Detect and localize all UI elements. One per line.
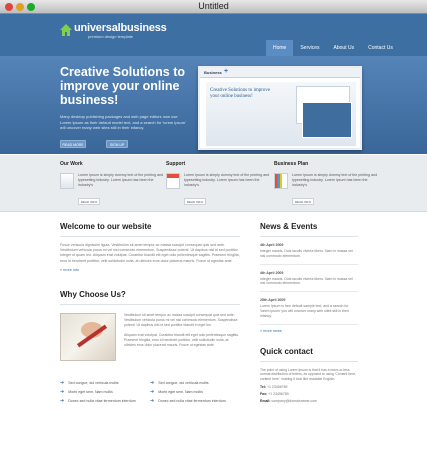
calendar-icon (166, 173, 180, 189)
arrow-right-icon: ➜ (60, 379, 65, 386)
welcome-heading: Welcome to our website (60, 222, 240, 237)
web-page: universalbusiness premium design templat… (0, 14, 427, 462)
feature-title: Business Plan (274, 161, 309, 167)
chart-document-icon (274, 173, 288, 189)
quick-contact-text: The point of using Lorem Ipsum is that i… (260, 367, 357, 382)
preview-content: Creative Solutions to improve your onlin… (206, 82, 356, 146)
preview-headline: Creative Solutions to improve your onlin… (210, 88, 271, 99)
feature-support: Support Lorem Ipsum is simply dummy text… (166, 161, 272, 205)
fax-value: +1 23456789 (268, 391, 289, 396)
bullet-text: Sed congue, dui vehicula mollis (68, 380, 119, 385)
why-paragraph-1: Vestibulum sit amet tempor ac massa susc… (124, 312, 238, 327)
why-text: Vestibulum sit amet tempor ac massa susc… (124, 313, 240, 353)
quick-contact: Quick contact The point of using Lorem I… (260, 347, 358, 403)
plus-icon: + (224, 68, 229, 75)
site-logo[interactable]: universalbusiness (74, 22, 167, 34)
why-paragraph-2: Aliquam erat volutpat. Curabitur blandit… (124, 332, 239, 347)
house-logo-icon (60, 24, 72, 36)
site-tagline: premium design template (88, 34, 133, 39)
bullet-item: ➜ Morbi eget sem. Nam mollis (60, 388, 150, 397)
nav-about-us[interactable]: About Us (327, 40, 362, 56)
why-heading: Why Choose Us? (60, 290, 240, 305)
hero-text: Many desktop publishing packages and web… (60, 114, 186, 130)
feature-text: Lorem Ipsum is simply dummy text of the … (78, 173, 164, 187)
bullet-text: Morbi eget sem. Nam mollis (68, 389, 113, 394)
nav-home[interactable]: Home (266, 40, 294, 56)
main-column: Welcome to our website Fusce vehicula di… (60, 222, 240, 406)
read-more-button[interactable]: READ MORE (60, 140, 86, 148)
fax-row: Fax: +1 23456789 (260, 392, 358, 396)
sign-up-button[interactable]: SIGN UP (106, 140, 128, 148)
bullet-text: Donec sed nulla vitae fermentum interdum (158, 398, 226, 403)
browser-window: Untitled universalbusiness premium desig… (0, 0, 427, 462)
more-news-link[interactable]: » more news (260, 329, 358, 333)
feature-title: Our Work (60, 161, 83, 167)
fax-label: Fax: (260, 391, 268, 396)
welcome-text: Fusce vehicula dignissim ligula. Vestibu… (60, 243, 240, 263)
features-strip: Our Work Lorem Ipsum is simply dummy tex… (0, 154, 427, 212)
email-link[interactable]: company@domainname.com (272, 399, 318, 403)
news-item: 4th April 2009 Integer mauris. Duis iacu… (260, 243, 358, 265)
sidebar: News & Events 4th April 2009 Integer mau… (260, 222, 358, 403)
bullet-item: ➜ Sed congue, dui vehicula mollis (150, 379, 240, 388)
site-header: universalbusiness premium design templat… (0, 14, 427, 56)
news-item: 25th April 2009 Lorem Ipsum is free defa… (260, 298, 358, 325)
read-info-button[interactable]: READ INFO (184, 198, 206, 205)
news-list: 4th April 2009 Integer mauris. Duis iacu… (260, 243, 358, 333)
more-info-link[interactable]: » more info (60, 268, 240, 272)
bullet-item: ➜ Morbi eget sem. Nam mollis (150, 388, 240, 397)
feature-text: Lorem Ipsum is simply dummy text of the … (292, 173, 378, 187)
arrow-right-icon: ➜ (150, 379, 155, 386)
window-title: Untitled (198, 1, 229, 11)
read-info-button[interactable]: READ INFO (78, 198, 100, 205)
why-section: Why Choose Us? Vestibulum sit amet tempo… (60, 290, 240, 406)
bullet-item: ➜ Donec sed nulla vitae fermentum interdu… (150, 397, 240, 406)
arrow-right-icon: ➜ (150, 397, 155, 404)
news-date: 25th April 2009 (260, 298, 286, 303)
quick-contact-heading: Quick contact (260, 347, 358, 362)
bullet-item: ➜ Sed congue, dui vehicula mollis (60, 379, 150, 388)
tel-value: +1 23456789 (266, 384, 288, 389)
feature-our-work: Our Work Lorem Ipsum is simply dummy tex… (60, 161, 166, 205)
website-preview-image: Business + Creative Solutions to improve… (198, 66, 362, 150)
document-icon (60, 173, 74, 189)
preview-header: Business + (200, 68, 360, 78)
news-text: Lorem Ipsum is free default sample text,… (260, 304, 358, 325)
tel-label: Tel: (260, 384, 266, 389)
nav-services[interactable]: Services (293, 40, 326, 56)
tel-row: Tel: +1 23456789 (260, 385, 358, 389)
bullet-item: ➜ Donec sed nulla vitae fermentum interdu… (60, 397, 150, 406)
bullet-text: Donec sed nulla vitae fermentum interdum (68, 398, 136, 403)
preview-window-dark (302, 102, 352, 138)
news-text: Integer mauris. Duis iaculis viverra lib… (260, 277, 358, 293)
news-item: 4th April 2009 Integer mauris. Duis iacu… (260, 271, 358, 293)
arrow-right-icon: ➜ (150, 388, 155, 395)
news-heading: News & Events (260, 222, 358, 237)
bullet-text: Morbi eget sem. Nam mollis (158, 389, 203, 394)
title-bar: Untitled (0, 0, 427, 14)
main-nav: Home Services About Us Contact Us (266, 40, 400, 56)
news-date: 4th April 2009 (260, 243, 284, 247)
why-content: Vestibulum sit amet tempor ac massa susc… (60, 312, 240, 373)
arrow-right-icon: ➜ (60, 397, 65, 404)
email-row: Email: company@domainname.com (260, 399, 358, 403)
bullet-text: Sed congue, dui vehicula mollis (158, 380, 209, 385)
feature-title: Support (166, 161, 186, 167)
read-info-button[interactable]: READ INFO (292, 198, 314, 205)
email-label: Email: (260, 398, 271, 403)
nav-contact-us[interactable]: Contact Us (361, 40, 400, 56)
writing-hand-image (60, 312, 116, 361)
preview-logo: Business (204, 70, 222, 75)
hero-headline: Creative Solutions to improve your onlin… (60, 65, 186, 107)
arrow-right-icon: ➜ (60, 388, 65, 395)
hero-banner: Creative Solutions to improve your onlin… (0, 56, 427, 154)
why-bullet-list: ➜ Sed congue, dui vehicula mollis ➜ Sed co… (60, 379, 240, 406)
feature-business-plan: Business Plan Lorem Ipsum is simply dumm… (274, 161, 380, 205)
feature-text: Lorem Ipsum is simply dummy text of the … (184, 173, 270, 187)
news-date: 4th April 2009 (260, 270, 284, 275)
news-text: Integer mauris. Duis iaculis viverra lib… (260, 249, 358, 265)
